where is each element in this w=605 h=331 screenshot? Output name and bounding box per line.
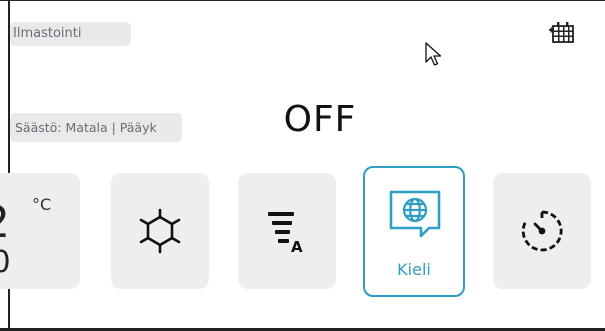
timer-icon <box>521 210 563 252</box>
timer-button[interactable] <box>493 173 591 289</box>
calendar-grid-icon <box>549 22 574 43</box>
globe-chat-icon <box>389 190 441 238</box>
temperature-unit: °C <box>32 195 52 214</box>
temperature-value-decimal: .0 <box>0 245 11 280</box>
screen-frame-top <box>0 0 605 1</box>
temperature-value-integer: 2 <box>0 201 10 245</box>
eco-mode-label[interactable]: Säästö: Matala | Pääyk <box>10 113 182 142</box>
svg-text:A: A <box>291 238 303 254</box>
cooling-mode-button[interactable] <box>111 173 209 289</box>
fan-speed-auto-icon: A <box>268 212 303 254</box>
mouse-cursor-icon <box>425 42 442 66</box>
language-button[interactable]: Kieli <box>363 166 465 297</box>
mode-label[interactable]: Ilmastointi <box>10 22 131 46</box>
snowflake-icon <box>139 208 181 254</box>
fan-speed-button[interactable]: A <box>238 173 336 289</box>
temperature-tile[interactable]: 2 °C .0 <box>0 173 80 289</box>
language-label: Kieli <box>397 260 431 279</box>
power-status: OFF <box>283 99 357 140</box>
schedule-button[interactable] <box>549 20 575 44</box>
